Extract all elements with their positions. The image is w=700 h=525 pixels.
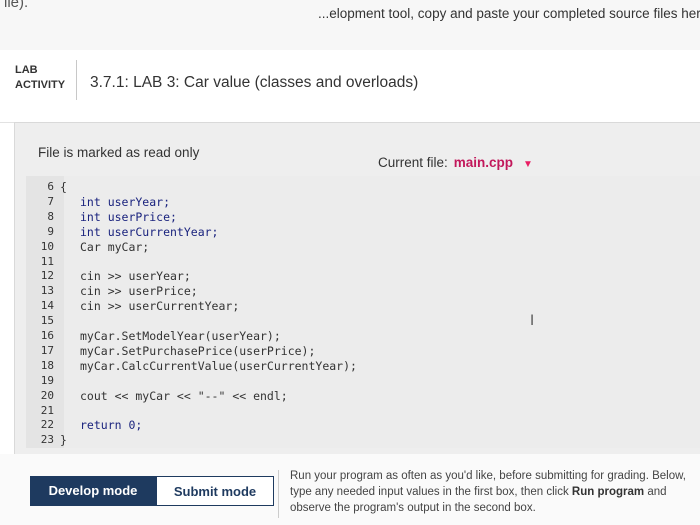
run-program-emphasis: Run program — [571, 486, 645, 498]
code-text: myCar.CalcCurrentValue(userCurrentYear); — [80, 358, 357, 373]
code-text: cout << myCar << "--" << endl; — [80, 388, 288, 403]
lab-tag-line2: ACTIVITY — [15, 79, 66, 91]
code-text: cin >> userCurrentYear; — [80, 299, 240, 314]
line-number: 8 — [47, 209, 54, 223]
code-editor[interactable]: 6 {7 int userYear; 8 int userPrice; 9 int user… — [26, 176, 700, 448]
code-text: cin >> userPrice; — [80, 284, 198, 299]
line-number: 18 — [40, 358, 54, 372]
line-number: 6 — [47, 180, 54, 193]
code-text: myCar.SetPurchasePrice(userPrice); — [80, 343, 316, 358]
code-text: int userPrice; — [80, 209, 177, 224]
develop-mode-button[interactable]: Develop mode — [30, 476, 156, 506]
current-file-selector[interactable]: Current file: main.cpp ▼ — [378, 155, 533, 170]
lab-tag-line1: LAB — [15, 64, 38, 76]
lab-activity-tag: LAB ACTIVITY — [15, 63, 65, 93]
line-number: 19 — [40, 373, 54, 387]
line-number: 23 — [40, 433, 54, 447]
text-cursor-icon: I — [530, 313, 535, 329]
line-number: 13 — [40, 284, 54, 298]
instruction-text-fragment: ...elopment tool, copy and paste your co… — [318, 6, 700, 21]
chevron-down-icon[interactable]: ▼ — [523, 159, 533, 170]
code-text: { — [60, 180, 67, 194]
lab-divider — [76, 60, 77, 100]
line-number: 17 — [40, 343, 54, 357]
code-text: myCar.SetModelYear(userYear); — [80, 329, 281, 343]
line-number: 22 — [40, 418, 54, 432]
bottom-divider — [278, 470, 279, 518]
submit-mode-button[interactable]: Submit mode — [156, 476, 274, 506]
line-number: 20 — [40, 388, 54, 402]
code-text: Car myCar; — [80, 239, 150, 254]
line-number: 12 — [40, 269, 54, 283]
code-text: return 0; — [80, 418, 143, 433]
line-number: 21 — [40, 403, 54, 417]
current-file-label: Current file: — [378, 155, 448, 170]
line-number: 11 — [40, 254, 54, 268]
line-number: 15 — [40, 314, 54, 328]
lab-title: 3.7.1: LAB 3: Car value (classes and ove… — [90, 74, 419, 91]
code-text: int userCurrentYear; — [80, 224, 219, 239]
previous-text-fragment: ile). — [4, 0, 29, 11]
readonly-label: File is marked as read only — [38, 145, 200, 160]
run-instructions: Run your program as often as you'd like,… — [290, 468, 700, 516]
code-text: cin >> userYear; — [80, 269, 191, 284]
code-text: int userYear; — [80, 194, 171, 209]
current-file-name[interactable]: main.cpp — [454, 155, 513, 170]
code-text: } — [60, 433, 67, 448]
line-number: 16 — [40, 329, 54, 342]
line-number: 14 — [40, 299, 54, 313]
line-number: 10 — [40, 239, 54, 253]
line-number: 9 — [47, 224, 54, 238]
line-number: 7 — [47, 194, 54, 208]
